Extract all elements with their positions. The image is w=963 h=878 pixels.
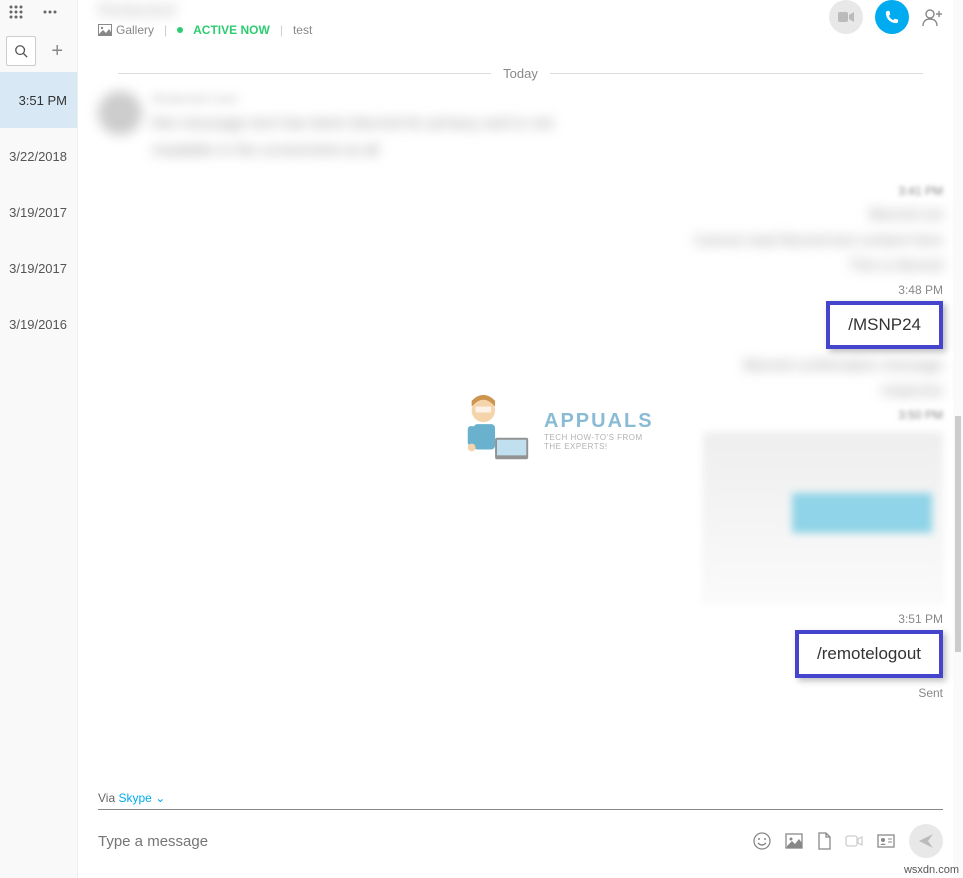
message-input[interactable] [98, 833, 753, 850]
divider: | [164, 23, 167, 37]
conversation-list: 3:51 PM 3/22/2018 3/19/2017 3/19/2017 3/… [0, 72, 77, 352]
command-message: /MSNP24 [826, 301, 943, 349]
emoji-button[interactable] [753, 832, 771, 850]
video-icon [845, 834, 863, 848]
contact-name: Redacted [98, 0, 312, 21]
conversation-item[interactable]: 3/19/2017 [0, 240, 77, 296]
date-divider: Today [118, 66, 923, 81]
outgoing-message: Blurred confirmation message response [723, 353, 943, 404]
send-icon [918, 833, 934, 849]
gallery-icon [98, 24, 112, 36]
conversation-item[interactable]: 3/19/2017 [0, 184, 77, 240]
timestamp: 3:50 PM [898, 408, 943, 422]
outgoing-message: Blurred out [870, 202, 943, 228]
phone-icon [885, 10, 899, 24]
divider: | [280, 23, 283, 37]
gallery-link[interactable]: Gallery [98, 23, 154, 37]
add-participants-button[interactable] [921, 8, 943, 26]
more-icon[interactable] [42, 4, 58, 20]
contact-icon [877, 834, 895, 848]
avatar [98, 91, 142, 135]
presence-dot-icon [177, 27, 183, 33]
image-icon [785, 833, 803, 849]
add-person-icon [921, 8, 943, 26]
new-chat-button[interactable]: + [44, 36, 72, 66]
attribution: wsxdn.com [904, 864, 959, 876]
sender-name: Redacted User [152, 91, 572, 106]
conversation-item[interactable]: 3:51 PM [0, 72, 77, 128]
gallery-label: Gallery [116, 23, 154, 37]
via-label: Via [98, 791, 115, 805]
video-call-button[interactable] [829, 0, 863, 34]
file-button[interactable] [817, 832, 831, 850]
presence-label: ACTIVE NOW [193, 23, 270, 37]
file-icon [817, 832, 831, 850]
conversation-item[interactable]: 3/22/2018 [0, 128, 77, 184]
video-message-button[interactable] [845, 834, 863, 848]
search-button[interactable] [6, 36, 36, 66]
outgoing-message: This is blurred [849, 253, 943, 279]
dialpad-icon[interactable] [8, 4, 24, 20]
watermark: APPUALS TECH HOW-TO'S FROM THE EXPERTS! [458, 390, 654, 470]
watermark-icon [458, 390, 536, 470]
via-service: Skype [118, 791, 151, 805]
send-button[interactable] [909, 824, 943, 858]
incoming-message: this message text has been blurred for p… [152, 110, 572, 164]
timestamp: 3:51 PM [898, 612, 943, 626]
chat-pane: Redacted Gallery | ACTIVE NOW | test [78, 0, 963, 878]
media-preview[interactable] [703, 432, 943, 602]
watermark-subtitle: TECH HOW-TO'S FROM [544, 433, 654, 442]
watermark-subtitle: THE EXPERTS! [544, 442, 654, 451]
outgoing-message: Cannot read blurred text content here [694, 228, 943, 254]
image-button[interactable] [785, 833, 803, 849]
audio-call-button[interactable] [875, 0, 909, 34]
chevron-down-icon: ⌄ [155, 791, 165, 805]
command-message: /remotelogout [795, 630, 943, 678]
watermark-title: APPUALS [544, 410, 654, 433]
conversation-item[interactable]: 3/19/2016 [0, 296, 77, 352]
sidebar: + 3:51 PM 3/22/2018 3/19/2017 3/19/2017 … [0, 0, 78, 878]
search-icon [14, 44, 28, 58]
timestamp: 3:41 PM [898, 184, 943, 198]
via-selector[interactable]: Via Skype ⌄ [98, 791, 943, 810]
scrollbar[interactable] [953, 0, 963, 878]
delivery-status: Sent [918, 686, 943, 700]
header-extra: test [293, 23, 312, 37]
contact-card-button[interactable] [877, 834, 895, 848]
timestamp: 3:48 PM [898, 283, 943, 297]
emoji-icon [753, 832, 771, 850]
video-icon [838, 11, 854, 23]
